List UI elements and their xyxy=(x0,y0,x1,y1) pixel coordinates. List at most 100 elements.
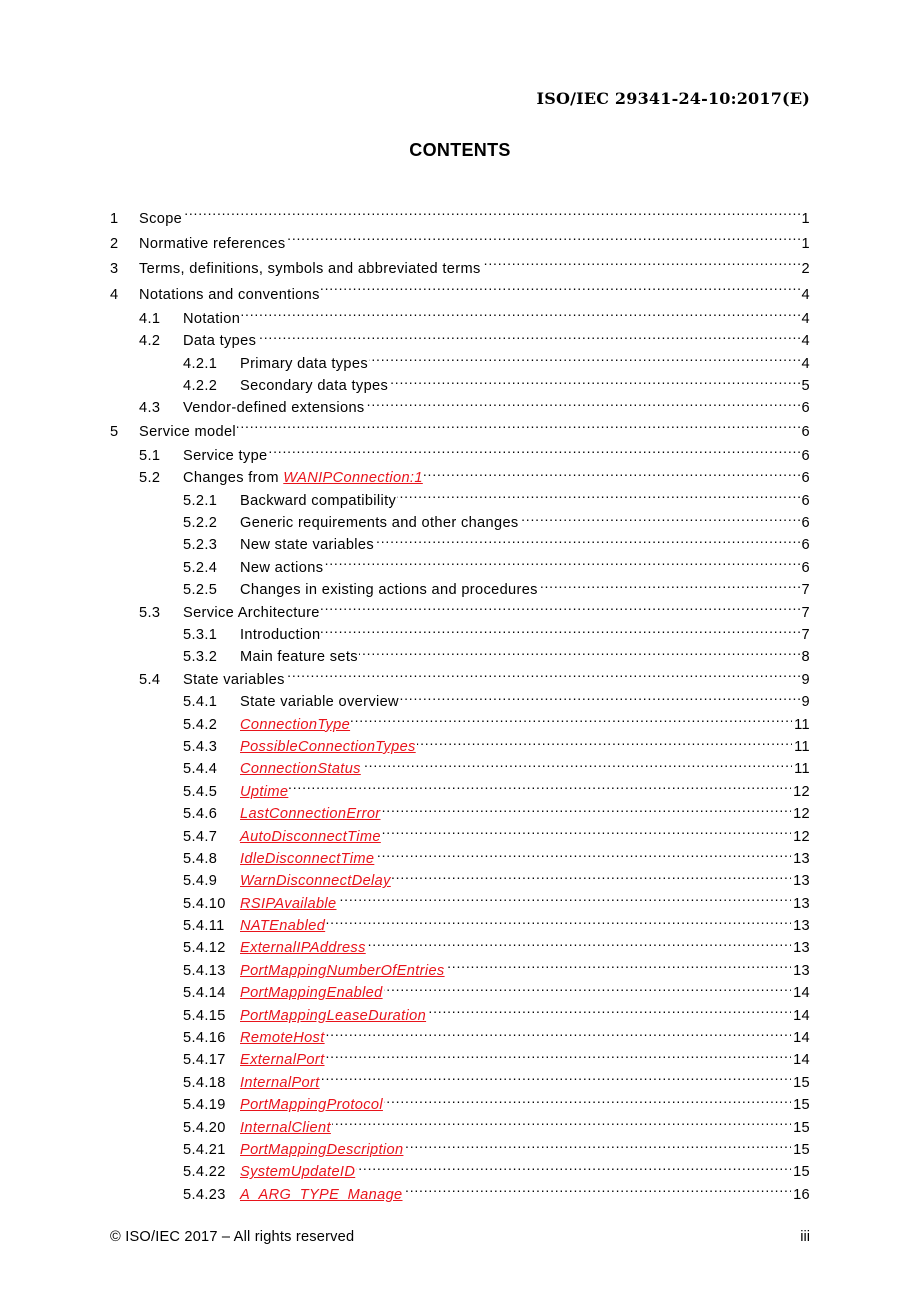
toc-entry[interactable]: 2 Normative references 1 xyxy=(110,232,810,257)
toc-entry[interactable]: 5.4.14 PortMappingEnabled 14 xyxy=(110,982,810,1004)
toc-entry[interactable]: 5.4.20 InternalClient 15 xyxy=(110,1117,810,1139)
toc-entry-page[interactable]: 4 xyxy=(802,353,810,375)
toc-entry[interactable]: 5.4.13 PortMappingNumberOfEntries 13 xyxy=(110,960,810,982)
toc-entry-page[interactable]: 11 xyxy=(794,714,810,736)
toc-entry-page[interactable]: 14 xyxy=(793,1005,810,1027)
toc-entry-page[interactable]: 5 xyxy=(802,375,810,397)
toc-entry-page[interactable]: 7 xyxy=(802,624,810,646)
toc-entry-link[interactable]: ExternalPort xyxy=(240,1052,325,1068)
toc-entry-page[interactable]: 6 xyxy=(802,512,810,534)
toc-entry-link[interactable]: Uptime xyxy=(240,784,288,800)
toc-entry[interactable]: 5.4.21 PortMappingDescription 15 xyxy=(110,1139,810,1161)
toc-entry[interactable]: 5.4.7 AutoDisconnectTime 12 xyxy=(110,826,810,848)
toc-entry[interactable]: 5.2.1 Backward compatibility 6 xyxy=(110,490,810,512)
toc-entry[interactable]: 5 Service model 6 xyxy=(110,420,810,445)
toc-entry[interactable]: 5.4.6 LastConnectionError 12 xyxy=(110,803,810,825)
toc-entry[interactable]: 5.4.4 ConnectionStatus 11 xyxy=(110,758,810,780)
toc-entry[interactable]: 5.3.2 Main feature sets 8 xyxy=(110,646,810,668)
toc-entry[interactable]: 5.1 Service type 6 xyxy=(110,445,810,467)
toc-entry-page[interactable]: 1 xyxy=(802,232,810,257)
toc-entry-link[interactable]: InternalClient xyxy=(240,1120,331,1136)
toc-entry-page[interactable]: 6 xyxy=(802,397,810,419)
toc-entry[interactable]: 5.4.9 WarnDisconnectDelay 13 xyxy=(110,870,810,892)
toc-entry-link[interactable]: WarnDisconnectDelay xyxy=(240,873,391,889)
toc-entry-link[interactable]: ExternalIPAddress xyxy=(240,940,366,956)
toc-entry-link[interactable]: RemoteHost xyxy=(240,1030,325,1046)
toc-entry[interactable]: 5.4.17 ExternalPort 14 xyxy=(110,1049,810,1071)
toc-entry-page[interactable]: 8 xyxy=(802,646,810,668)
toc-entry-page[interactable]: 15 xyxy=(793,1117,810,1139)
toc-entry[interactable]: 4.2 Data types 4 xyxy=(110,330,810,352)
toc-entry-page[interactable]: 6 xyxy=(802,557,810,579)
toc-entry-page[interactable]: 14 xyxy=(793,982,810,1004)
toc-entry-page[interactable]: 9 xyxy=(802,691,810,713)
toc-entry-page[interactable]: 16 xyxy=(793,1184,810,1206)
toc-entry-link[interactable]: A_ARG_TYPE_Manage xyxy=(240,1187,403,1203)
toc-entry-page[interactable]: 6 xyxy=(802,467,810,489)
toc-entry-page[interactable]: 2 xyxy=(802,257,810,282)
toc-entry-link[interactable]: ConnectionStatus xyxy=(240,761,361,777)
toc-entry-page[interactable]: 14 xyxy=(793,1049,810,1071)
toc-entry[interactable]: 5.4.11 NATEnabled 13 xyxy=(110,915,810,937)
toc-entry-page[interactable]: 13 xyxy=(793,848,810,870)
toc-entry[interactable]: 4.1 Notation 4 xyxy=(110,308,810,330)
toc-entry[interactable]: 5.4.23 A_ARG_TYPE_Manage 16 xyxy=(110,1184,810,1206)
toc-entry-link[interactable]: ConnectionType xyxy=(240,717,350,733)
toc-entry[interactable]: 5.4.1 State variable overview 9 xyxy=(110,691,810,713)
toc-entry-link[interactable]: LastConnectionError xyxy=(240,806,381,822)
toc-entry[interactable]: 4.3 Vendor-defined extensions 6 xyxy=(110,397,810,419)
toc-entry-link[interactable]: PortMappingEnabled xyxy=(240,985,383,1001)
toc-entry-page[interactable]: 4 xyxy=(802,283,810,308)
toc-entry[interactable]: 4.2.2 Secondary data types 5 xyxy=(110,375,810,397)
toc-entry-page[interactable]: 12 xyxy=(793,781,810,803)
toc-entry-page[interactable]: 13 xyxy=(793,960,810,982)
toc-entry-page[interactable]: 12 xyxy=(793,803,810,825)
toc-entry-page[interactable]: 15 xyxy=(793,1139,810,1161)
toc-entry[interactable]: 5.2.3 New state variables 6 xyxy=(110,534,810,556)
toc-entry-link[interactable]: NATEnabled xyxy=(240,918,325,934)
toc-entry[interactable]: 5.4.10 RSIPAvailable 13 xyxy=(110,893,810,915)
toc-entry-page[interactable]: 4 xyxy=(802,308,810,330)
toc-entry-link[interactable]: PossibleConnectionTypes xyxy=(240,739,416,755)
toc-entry[interactable]: 5.4 State variables 9 xyxy=(110,669,810,691)
toc-entry-link[interactable]: PortMappingDescription xyxy=(240,1142,403,1158)
toc-entry[interactable]: 5.2.4 New actions 6 xyxy=(110,557,810,579)
toc-entry-page[interactable]: 13 xyxy=(793,937,810,959)
toc-entry-page[interactable]: 4 xyxy=(802,330,810,352)
toc-entry-page[interactable]: 12 xyxy=(793,826,810,848)
toc-entry[interactable]: 5.4.12 ExternalIPAddress 13 xyxy=(110,937,810,959)
toc-entry-link[interactable]: AutoDisconnectTime xyxy=(240,829,381,845)
toc-entry-page[interactable]: 15 xyxy=(793,1072,810,1094)
toc-entry[interactable]: 5.4.16 RemoteHost 14 xyxy=(110,1027,810,1049)
toc-entry-link[interactable]: PortMappingLeaseDuration xyxy=(240,1008,426,1024)
toc-entry-page[interactable]: 15 xyxy=(793,1094,810,1116)
toc-entry-page[interactable]: 13 xyxy=(793,870,810,892)
toc-entry[interactable]: 5.3 Service Architecture 7 xyxy=(110,602,810,624)
toc-entry[interactable]: 4.2.1 Primary data types 4 xyxy=(110,353,810,375)
toc-entry[interactable]: 5.4.15 PortMappingLeaseDuration 14 xyxy=(110,1005,810,1027)
toc-entry-link[interactable]: SystemUpdateID xyxy=(240,1164,355,1180)
toc-entry[interactable]: 5.4.22 SystemUpdateID 15 xyxy=(110,1161,810,1183)
toc-entry-page[interactable]: 6 xyxy=(802,490,810,512)
toc-entry-link[interactable]: PortMappingNumberOfEntries xyxy=(240,963,445,979)
toc-entry[interactable]: 5.2.5 Changes in existing actions and pro… xyxy=(110,579,810,601)
toc-entry[interactable]: 1 Scope 1 xyxy=(110,207,810,232)
toc-entry-page[interactable]: 6 xyxy=(802,445,810,467)
toc-entry-page[interactable]: 1 xyxy=(802,207,810,232)
toc-entry-link[interactable]: RSIPAvailable xyxy=(240,896,337,912)
toc-entry[interactable]: 5.2 Changes from WANIPConnection:1 6 xyxy=(110,467,810,489)
toc-entry-page[interactable]: 13 xyxy=(793,915,810,937)
toc-entry[interactable]: 3 Terms, definitions, symbols and abbrevi… xyxy=(110,257,810,282)
toc-entry[interactable]: 5.4.5 Uptime 12 xyxy=(110,781,810,803)
toc-entry-page[interactable]: 14 xyxy=(793,1027,810,1049)
toc-entry-page[interactable]: 13 xyxy=(793,893,810,915)
toc-entry-page[interactable]: 7 xyxy=(802,602,810,624)
toc-entry-link[interactable]: IdleDisconnectTime xyxy=(240,851,374,867)
toc-entry[interactable]: 5.3.1 Introduction 7 xyxy=(110,624,810,646)
toc-entry-page[interactable]: 6 xyxy=(802,420,810,445)
toc-entry-link[interactable]: WANIPConnection:1 xyxy=(283,470,423,486)
toc-entry-page[interactable]: 11 xyxy=(794,758,810,780)
toc-entry[interactable]: 5.2.2 Generic requirements and other chan… xyxy=(110,512,810,534)
toc-entry-page[interactable]: 7 xyxy=(802,579,810,601)
toc-entry[interactable]: 5.4.2 ConnectionType 11 xyxy=(110,714,810,736)
